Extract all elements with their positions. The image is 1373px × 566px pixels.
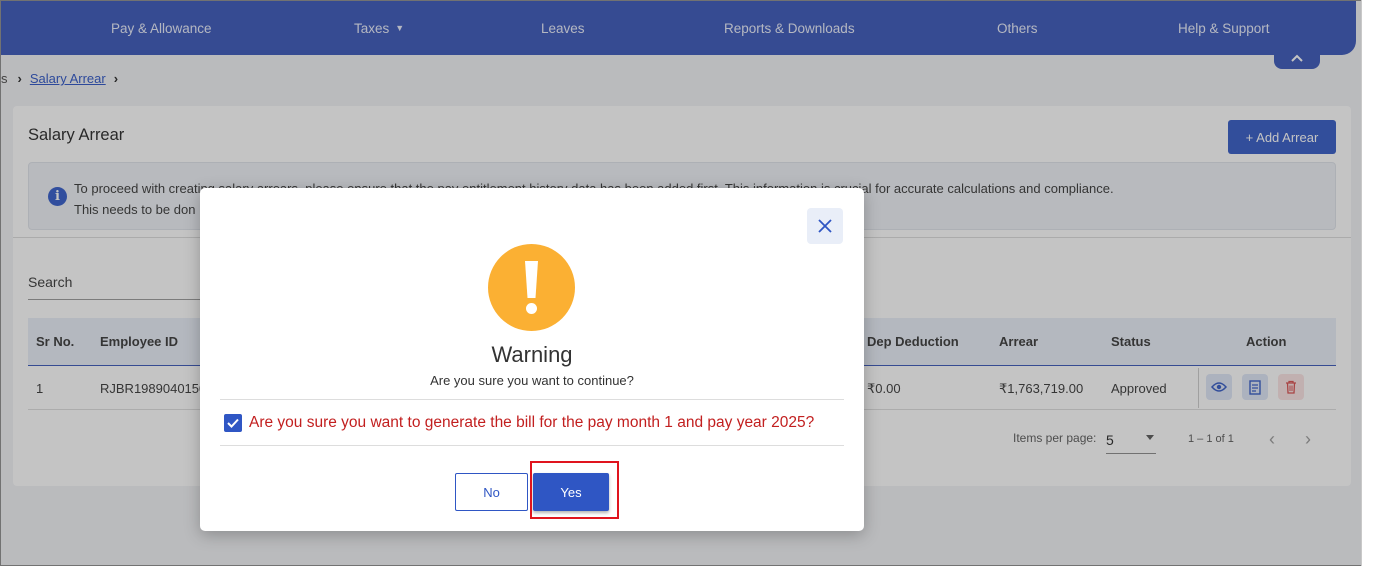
window-edge	[1361, 0, 1373, 566]
confirm-checkbox[interactable]	[224, 414, 242, 432]
yes-button-highlight	[530, 461, 619, 519]
close-icon	[818, 219, 832, 233]
divider	[220, 445, 844, 446]
warning-dialog: Warning Are you sure you want to continu…	[200, 188, 864, 531]
confirm-checkbox-label[interactable]: Are you sure you want to generate the bi…	[249, 414, 814, 432]
no-button[interactable]: No	[455, 473, 528, 511]
confirm-checkbox-row: Are you sure you want to generate the bi…	[224, 414, 814, 432]
exclamation-icon	[488, 244, 575, 331]
close-button[interactable]	[807, 208, 843, 244]
checkmark-icon	[227, 418, 239, 428]
dialog-title: Warning	[491, 342, 573, 367]
divider	[220, 399, 844, 400]
dialog-subtitle: Are you sure you want to continue?	[430, 373, 634, 388]
